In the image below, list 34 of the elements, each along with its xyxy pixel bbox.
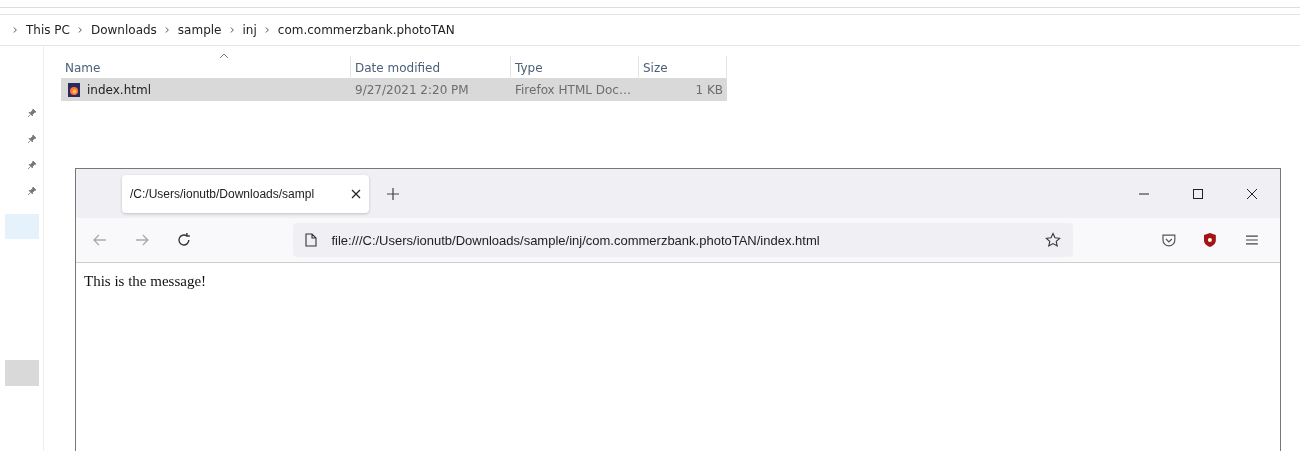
pin-icon — [26, 186, 37, 196]
reload-icon[interactable] — [175, 232, 192, 248]
firefox-file-icon — [68, 82, 80, 97]
pocket-icon[interactable] — [1160, 232, 1177, 248]
close-icon[interactable] — [1246, 187, 1258, 200]
chevron-icon — [13, 26, 18, 34]
file-name: index.html — [87, 82, 151, 97]
file-type: Firefox HTML Doc… — [515, 82, 631, 97]
file-date: 9/27/2021 2:20 PM — [355, 82, 469, 97]
maximize-icon[interactable] — [1192, 187, 1204, 200]
breadcrumb-item[interactable]: This PC — [26, 23, 70, 37]
close-icon[interactable] — [351, 188, 361, 199]
chevron-icon — [77, 26, 83, 34]
pin-icon — [26, 134, 37, 144]
breadcrumb-item[interactable]: sample — [177, 23, 222, 37]
pin-icon — [26, 160, 37, 170]
browser-tab[interactable]: /C:/Users/ionutb/Downloads/sampl — [122, 174, 369, 213]
breadcrumb-item[interactable]: inj — [242, 23, 257, 37]
bookmark-star-icon[interactable] — [1044, 232, 1061, 248]
menu-icon[interactable] — [1244, 232, 1260, 248]
file-row[interactable]: index.html 9/27/2021 2:20 PM Firefox HTML Doc… 1 KB — [61, 78, 727, 101]
chevron-icon — [229, 26, 235, 34]
breadcrumb-item[interactable]: Downloads — [90, 23, 157, 37]
breadcrumb-item[interactable]: com.commerzbank.photoTAN — [277, 23, 455, 37]
file-size: 1 KB — [695, 82, 723, 97]
page-text: This is the message! — [84, 273, 208, 290]
pin-icon — [26, 108, 37, 118]
address-bar[interactable]: file:///C:/Users/ionutb/Downloads/sample/inj/com.commerzbank.photoTAN/index.html — [293, 223, 1073, 257]
chevron-icon — [264, 26, 270, 34]
new-tab-icon[interactable] — [387, 187, 399, 200]
tab-title: /C:/Users/ionutb/Downloads/sampl — [130, 186, 316, 201]
shield-icon[interactable] — [1202, 232, 1219, 248]
page-icon — [305, 233, 318, 247]
chevron-icon — [164, 26, 170, 34]
